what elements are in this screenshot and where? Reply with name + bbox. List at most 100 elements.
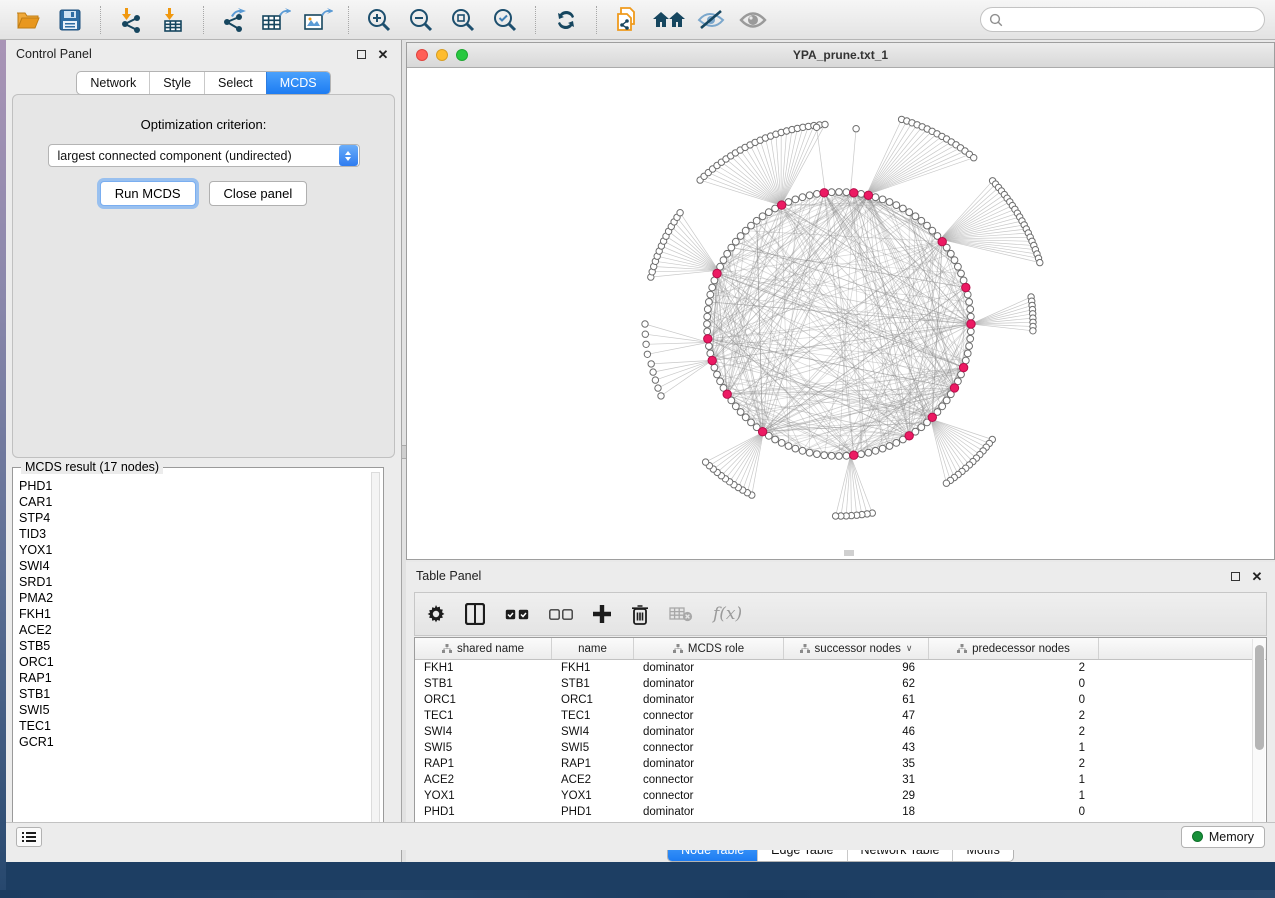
- criterion-dropdown[interactable]: largest connected component (undirected): [48, 144, 360, 167]
- table-cell: dominator: [634, 804, 784, 820]
- mcds-result-item[interactable]: TEC1: [19, 718, 367, 734]
- table-row[interactable]: SWI5SWI5connector431: [415, 740, 1266, 756]
- column-layout-icon[interactable]: [465, 599, 485, 629]
- column-header-label: shared name: [457, 643, 524, 655]
- mcds-result-item[interactable]: SRD1: [19, 574, 367, 590]
- search-input[interactable]: [1008, 13, 1256, 27]
- hide-selected-icon[interactable]: [693, 4, 729, 36]
- float-icon[interactable]: [353, 46, 369, 62]
- table-cell: 0: [929, 804, 1099, 820]
- float-icon[interactable]: [1227, 568, 1243, 584]
- mcds-result-item[interactable]: CAR1: [19, 494, 367, 510]
- toolbar-separator: [100, 6, 101, 34]
- select-all-icon[interactable]: [505, 599, 529, 629]
- column-header-MCDS-role[interactable]: MCDS role: [634, 638, 784, 659]
- mcds-result-item[interactable]: STB1: [19, 686, 367, 702]
- network-canvas[interactable]: [407, 68, 1274, 559]
- deselect-all-icon[interactable]: [549, 599, 573, 629]
- mcds-result-item[interactable]: SWI4: [19, 558, 367, 574]
- table-row[interactable]: SWI4SWI4dominator462: [415, 724, 1266, 740]
- mcds-result-item[interactable]: ORC1: [19, 654, 367, 670]
- table-cell: 1: [929, 772, 1099, 788]
- zoom-in-icon[interactable]: [361, 4, 397, 36]
- tab-select[interactable]: Select: [204, 72, 266, 94]
- delete-table-icon[interactable]: [669, 599, 693, 629]
- table-row[interactable]: ORC1ORC1dominator610: [415, 692, 1266, 708]
- table-cell: 2: [929, 756, 1099, 772]
- task-history-button[interactable]: [16, 827, 42, 847]
- export-image-icon[interactable]: [300, 4, 336, 36]
- table-cell: 61: [784, 692, 929, 708]
- first-neighbors-icon[interactable]: [651, 4, 687, 36]
- export-network-icon[interactable]: [216, 4, 252, 36]
- zoom-out-icon[interactable]: [403, 4, 439, 36]
- table-cell: 2: [929, 724, 1099, 740]
- gear-icon[interactable]: [427, 599, 445, 629]
- result-list-scrollbar[interactable]: [371, 472, 380, 833]
- chevron-down-icon[interactable]: ∨: [906, 643, 913, 654]
- table-cell: 62: [784, 676, 929, 692]
- table-cell: 1: [929, 788, 1099, 804]
- table-cell: 1: [929, 740, 1099, 756]
- table-cell: YOX1: [415, 788, 552, 804]
- tab-network[interactable]: Network: [77, 72, 149, 94]
- tab-mcds[interactable]: MCDS: [266, 72, 330, 94]
- memory-status-icon: [1192, 831, 1203, 842]
- run-mcds-button[interactable]: Run MCDS: [100, 181, 196, 206]
- delete-column-icon[interactable]: [631, 599, 649, 629]
- mcds-result-item[interactable]: YOX1: [19, 542, 367, 558]
- open-file-icon[interactable]: [10, 4, 46, 36]
- zoom-selected-icon[interactable]: [487, 4, 523, 36]
- column-namespace-icon: [673, 644, 683, 653]
- import-table-icon[interactable]: [155, 4, 191, 36]
- mcds-result-item[interactable]: PHD1: [19, 478, 367, 494]
- toolbar-separator: [535, 6, 536, 34]
- mcds-result-item[interactable]: RAP1: [19, 670, 367, 686]
- table-row[interactable]: YOX1YOX1connector291: [415, 788, 1266, 804]
- column-header-name[interactable]: name: [552, 638, 634, 659]
- import-network-icon[interactable]: [113, 4, 149, 36]
- table-scrollbar[interactable]: [1252, 639, 1265, 829]
- network-splitter-grip[interactable]: [844, 550, 854, 556]
- status-bar: Memory: [6, 822, 1275, 850]
- show-all-icon[interactable]: [735, 4, 771, 36]
- refresh-icon[interactable]: [548, 4, 584, 36]
- mcds-result-box: MCDS result (17 nodes) PHD1CAR1STP4TID3Y…: [12, 467, 384, 838]
- tab-style[interactable]: Style: [149, 72, 204, 94]
- table-cell: FKH1: [552, 660, 634, 676]
- column-header-successor-nodes[interactable]: successor nodes∨: [784, 638, 929, 659]
- table-row[interactable]: TEC1TEC1connector472: [415, 708, 1266, 724]
- add-column-icon[interactable]: [593, 599, 611, 629]
- new-network-from-selection-icon[interactable]: [609, 4, 645, 36]
- mcds-result-item[interactable]: FKH1: [19, 606, 367, 622]
- table-scrollbar-thumb[interactable]: [1255, 645, 1264, 750]
- mcds-result-item[interactable]: SWI5: [19, 702, 367, 718]
- mcds-result-item[interactable]: GCR1: [19, 734, 367, 750]
- mcds-result-item[interactable]: TID3: [19, 526, 367, 542]
- save-session-icon[interactable]: [52, 4, 88, 36]
- table-cell: SWI5: [415, 740, 552, 756]
- search-box[interactable]: [980, 7, 1265, 32]
- export-table-icon[interactable]: [258, 4, 294, 36]
- mcds-result-item[interactable]: STB5: [19, 638, 367, 654]
- memory-button[interactable]: Memory: [1181, 826, 1265, 848]
- control-panel-title: Control Panel: [16, 47, 92, 61]
- close-icon[interactable]: ✕: [1249, 568, 1265, 584]
- table-row[interactable]: STB1STB1dominator620: [415, 676, 1266, 692]
- mcds-result-item[interactable]: STP4: [19, 510, 367, 526]
- column-header-shared-name[interactable]: shared name: [415, 638, 552, 659]
- mcds-result-item[interactable]: PMA2: [19, 590, 367, 606]
- column-namespace-icon: [957, 644, 967, 653]
- table-row[interactable]: ACE2ACE2connector311: [415, 772, 1266, 788]
- network-window-titlebar[interactable]: YPA_prune.txt_1: [407, 43, 1274, 68]
- zoom-fit-icon[interactable]: [445, 4, 481, 36]
- table-row[interactable]: FKH1FKH1dominator962: [415, 660, 1266, 676]
- table-cell: ORC1: [552, 692, 634, 708]
- table-row[interactable]: PHD1PHD1dominator180: [415, 804, 1266, 820]
- function-builder-icon[interactable]: f(x): [713, 599, 742, 629]
- mcds-result-item[interactable]: ACE2: [19, 622, 367, 638]
- close-icon[interactable]: ✕: [375, 46, 391, 62]
- column-header-predecessor-nodes[interactable]: predecessor nodes: [929, 638, 1099, 659]
- close-panel-button[interactable]: Close panel: [209, 181, 308, 206]
- table-row[interactable]: RAP1RAP1dominator352: [415, 756, 1266, 772]
